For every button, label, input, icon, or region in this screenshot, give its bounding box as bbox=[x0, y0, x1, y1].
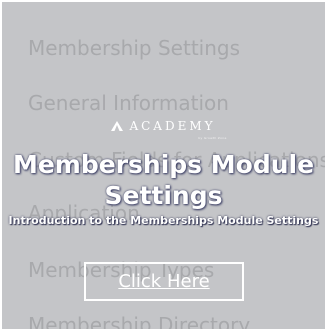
module-subtitle: Introduction to the Memberships Module S… bbox=[8, 214, 319, 227]
academy-logo-wordmark: ACADEMY bbox=[129, 119, 216, 133]
click-here-button[interactable]: Click Here bbox=[84, 262, 244, 301]
module-title: Memberships Module Settings bbox=[12, 150, 315, 210]
bg-item-membership-directory: Membership Directory bbox=[28, 313, 251, 329]
bg-item-general-information: General Information bbox=[28, 91, 229, 115]
course-card[interactable]: Membership Settings General Information … bbox=[2, 2, 325, 329]
academy-logo-subtext: by Growth Zone bbox=[198, 136, 227, 140]
academy-logo-icon bbox=[111, 121, 124, 131]
bg-item-membership-settings: Membership Settings bbox=[28, 36, 241, 60]
academy-logo: ACADEMY by Growth Zone bbox=[2, 116, 325, 140]
